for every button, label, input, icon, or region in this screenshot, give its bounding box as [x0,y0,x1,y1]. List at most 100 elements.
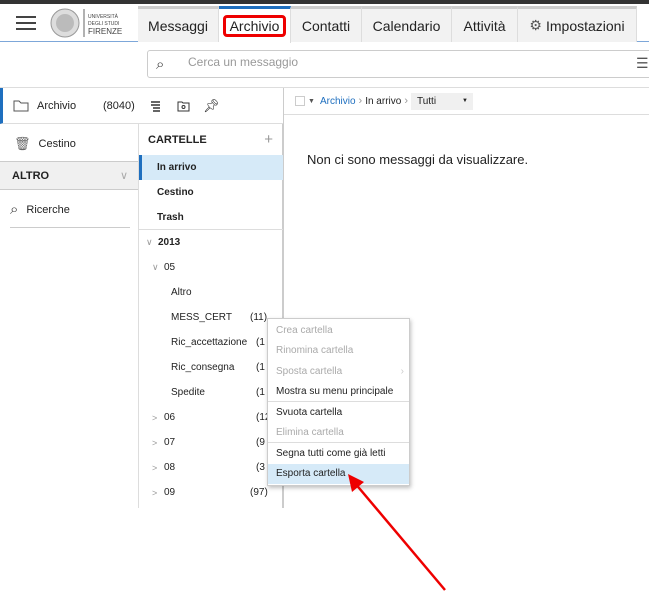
folder-count: (1 [256,387,265,398]
filter-icon[interactable]: ☰ [636,55,649,72]
chevron-right-icon[interactable]: > [152,488,157,498]
folder-icon [13,100,29,112]
menu-item-crea-cartella[interactable]: Crea cartella [268,320,409,341]
filter-value: Tutti [416,95,437,107]
menu-item-label: Crea cartella [276,324,333,336]
chevron-right-icon[interactable]: > [152,463,157,473]
chevron-right-icon: › [404,95,408,107]
folder-count: (1 [256,362,265,373]
folder-label: Ric_consegna [171,362,235,373]
chevron-right-icon[interactable]: > [152,413,157,423]
pin-icon[interactable]: 📌︎ [203,98,220,114]
folder-item[interactable]: >09 (97) [139,480,283,505]
trash-icon: 🗑︎ [14,135,31,151]
folder-item[interactable]: >06 (12 [139,405,283,430]
annotation-arrow [348,474,446,591]
breadcrumb-archivio[interactable]: Archivio [320,96,356,107]
tab-label: Calendario [372,17,441,34]
tab-label: Contatti [301,17,351,34]
folder-tree: CARTELLE + In arrivo Cestino Trash ∨ 2013 ∨ 05… [138,124,283,508]
menu-item-label: Elimina cartella [276,426,344,438]
folder-item[interactable]: MESS_CERT (11) [139,305,283,330]
caret-down-icon[interactable]: ▼ [308,98,315,105]
menu-item-svuota-cartella[interactable]: Svuota cartella [268,402,409,423]
breadcrumb-in-arrivo[interactable]: In arrivo [365,96,401,107]
menu-item-label: Rinomina cartella [276,345,354,357]
sidebar-item-label: Ricerche [26,203,70,216]
add-folder-button[interactable]: + [264,131,273,148]
folder-item[interactable]: Cestino [139,180,283,205]
folder-settings-icon[interactable] [177,100,190,112]
search-bar: ⌕ ☰ [147,50,649,78]
folder-item[interactable]: >07 (9 [139,430,283,455]
svg-text:UNIVERSITÀ: UNIVERSITÀ [88,13,119,20]
menu-item-label: Segna tutti come già letti [276,447,386,459]
folder-label: Trash [157,212,184,223]
folder-label: 07 [164,437,176,448]
search-input[interactable] [188,55,588,69]
folder-label: Ric_accettazione [171,337,248,348]
tab-attività[interactable]: Attività [452,6,518,42]
folder-item[interactable]: Altro [139,280,283,305]
folder-item[interactable]: Ric_consegna (1 [139,355,283,380]
tab-label: Archivio [222,15,287,37]
folder-item[interactable]: >08 (3 [139,455,283,480]
chevron-right-icon: › [400,365,404,377]
university-logo[interactable]: UNIVERSITÀ DEGLI STUDI FIRENZE [50,7,128,39]
tab-label: Impostazioni [545,17,625,34]
menu-item-elimina-cartella[interactable]: Elimina cartella [268,423,409,443]
folder-item[interactable]: ∨ 2013 [139,230,283,255]
menu-item-sposta-cartella[interactable]: Sposta cartella › [268,361,409,382]
sidebar-item-label: Archivio [37,99,77,112]
menu-item-segna-tutti-come-gi-letti[interactable]: Segna tutti come già letti [268,443,409,464]
folder-item[interactable]: Trash [139,205,283,230]
folder-label: Spedite [171,387,205,398]
folder-label: Altro [171,287,192,298]
tab-messaggi[interactable]: Messaggi [138,6,219,42]
tab-archivio[interactable]: Archivio [219,6,291,43]
tab-calendario[interactable]: Calendario [362,6,452,42]
chevron-right-icon[interactable]: > [152,438,157,448]
tree-view-icon[interactable] [150,100,162,112]
archive-count: (8040) [103,99,135,112]
menu-item-label: Esporta cartella [276,468,346,480]
tab-label: Messaggi [148,17,208,34]
folders-header: CARTELLE + [139,124,283,155]
search-icon[interactable]: ⌕ [156,56,164,73]
folder-label: 05 [164,262,176,273]
folder-count: (1 [256,337,265,348]
folder-item[interactable]: ∨ 05 [139,255,283,280]
folder-item[interactable]: Ric_accettazione (1 [139,330,283,355]
folder-label: MESS_CERT [171,312,232,323]
sidebar-item-archivio[interactable]: Archivio (8040) 📌︎ [0,88,283,124]
chevron-down-icon: ∨ [119,170,128,182]
menu-item-label: Sposta cartella [276,365,343,377]
divider [284,114,649,115]
filter-dropdown[interactable]: Tutti ▼ [410,92,473,110]
folder-label: 2013 [158,237,181,248]
svg-text:FIRENZE: FIRENZE [88,27,122,36]
chevron-down-icon[interactable]: ∨ [146,237,153,248]
sidebar: Archivio (8040) 📌︎ 🗑︎ Cestino ALTRO ∨ ⌕ … [0,88,283,508]
sidebar-item-ricerche[interactable]: ⌕ Ricerche [10,192,130,228]
folder-item[interactable]: Spedite (1 [139,380,283,405]
folder-label: 08 [164,462,176,473]
tab-impostazioni[interactable]: ⚙ Impostazioni [518,6,637,42]
folders-title: CARTELLE [148,133,207,146]
sidebar-item-cestino[interactable]: 🗑︎ Cestino [0,126,138,162]
chevron-right-icon: › [358,95,363,107]
section-altro[interactable]: ALTRO ∨ [0,162,138,190]
search-icon: ⌕ [10,201,19,218]
folder-count: (3 [256,462,265,473]
hamburger-menu-icon[interactable] [16,16,36,30]
menu-item-mostra-su-menu-principale[interactable]: Mostra su menu principale [268,382,409,402]
sidebar-item-label: Cestino [38,137,76,150]
menu-item-label: Svuota cartella [276,406,343,418]
select-all-checkbox[interactable] [295,96,305,106]
folder-label: In arrivo [157,162,197,173]
folder-item[interactable]: In arrivo [139,155,283,180]
chevron-down-icon[interactable]: ∨ [152,262,159,273]
tab-contatti[interactable]: Contatti [291,6,362,42]
context-menu: Crea cartella Rinomina cartella Sposta car… [267,318,410,486]
menu-item-rinomina-cartella[interactable]: Rinomina cartella [268,341,409,362]
